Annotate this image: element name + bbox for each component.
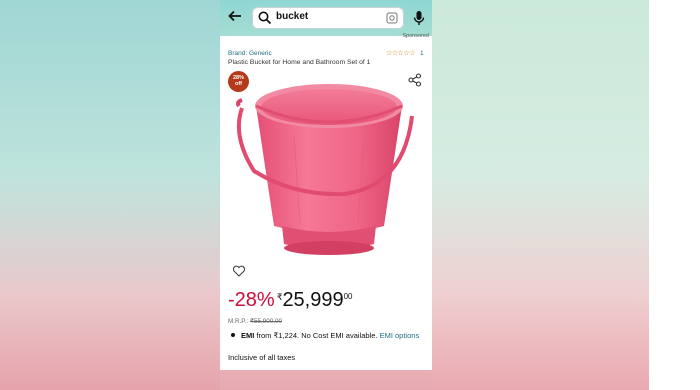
search-header: bucket <box>220 0 432 36</box>
mrp-value: ₹55,900.00 <box>249 318 282 325</box>
microphone-icon[interactable] <box>412 10 426 26</box>
background-edge <box>649 0 700 390</box>
emi-text: from ₹1,224. No Cost EMI available. <box>254 331 380 340</box>
price-whole: 25,999 <box>282 289 344 311</box>
sponsored-label: Sponsored <box>402 33 429 39</box>
rating-count[interactable]: 1 <box>420 50 424 57</box>
back-arrow-icon[interactable] <box>226 9 244 27</box>
discount-percent: -28% <box>228 289 275 311</box>
phone-screen: bucket Sponsored Brand: Generic ☆☆☆☆☆ 1 … <box>220 0 432 370</box>
search-bar[interactable]: bucket <box>252 7 404 29</box>
currency-symbol: ₹ <box>276 292 283 302</box>
mrp-row: M.R.P.: ₹55,900.00 <box>228 318 282 325</box>
emi-options-link[interactable]: EMI options <box>380 331 420 340</box>
background-right-panel <box>432 0 649 390</box>
brand-link[interactable]: Brand: Generic <box>228 50 272 57</box>
price-fraction: 00 <box>343 292 353 301</box>
emi-info: EMI from ₹1,224. No Cost EMI available. … <box>228 331 428 341</box>
rating-stars[interactable]: ☆☆☆☆☆ <box>386 49 415 57</box>
search-input[interactable]: bucket <box>276 11 308 22</box>
emi-label: EMI <box>241 331 255 340</box>
background-left-panel <box>0 0 220 390</box>
price-row: -28% ₹25,99900 <box>228 289 353 319</box>
taxes-note: Inclusive of all taxes <box>228 353 296 362</box>
wishlist-heart-icon[interactable] <box>232 264 246 278</box>
mrp-label: M.R.P.: <box>228 318 249 325</box>
product-title: Plastic Bucket for Home and Bathroom Set… <box>228 59 371 66</box>
camera-search-icon[interactable] <box>386 12 398 24</box>
product-image-bucket[interactable] <box>234 76 424 266</box>
search-icon <box>258 11 272 25</box>
bullet-icon <box>231 333 235 337</box>
